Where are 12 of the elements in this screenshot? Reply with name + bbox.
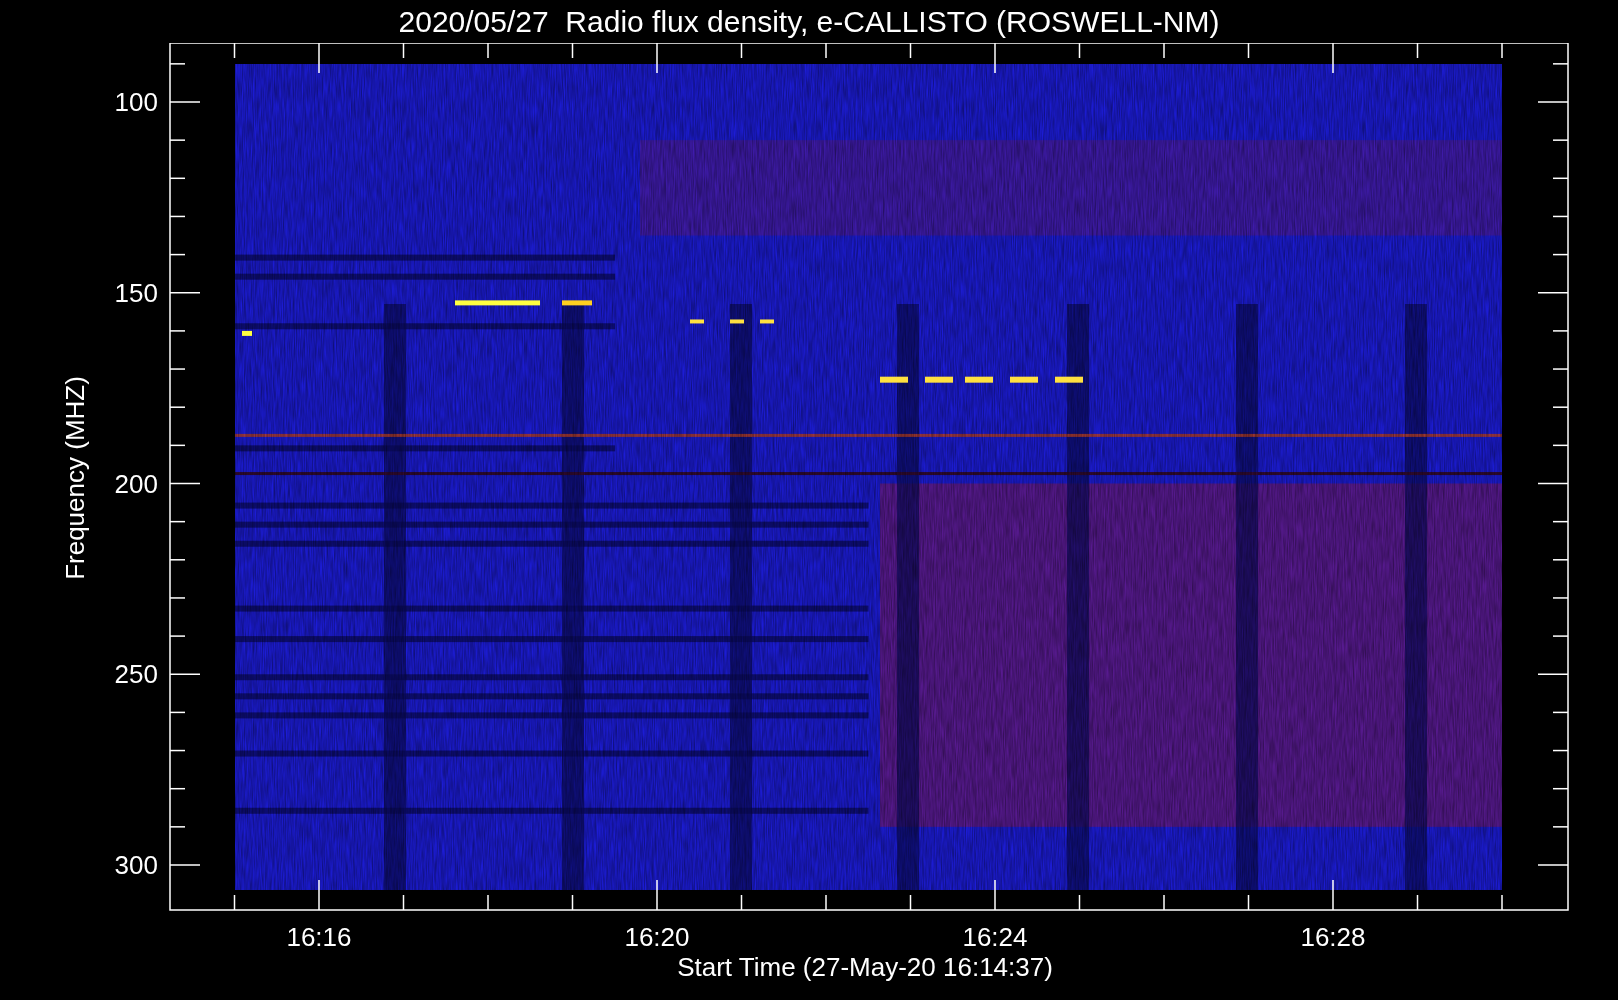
tick-label: 16:16 [286, 922, 352, 952]
tick-label: 16:24 [962, 922, 1028, 952]
tick-label: 16:20 [624, 922, 690, 952]
tick-label: 16:28 [1300, 922, 1366, 952]
tick-label: 200 [114, 468, 158, 499]
tick-label: 250 [114, 659, 158, 690]
axis-label: Start Time (27-May-20 16:14:37) [677, 952, 1053, 982]
plot-title: 2020/05/27 Radio flux density, e-CALLISTO (ROSWELL-NM) [398, 6, 1220, 37]
tick-label: 100 [114, 87, 158, 117]
axis-label: Frequency (MHZ) [60, 376, 90, 580]
tick-label: 300 [114, 850, 158, 880]
tick-label: 150 [114, 277, 158, 308]
